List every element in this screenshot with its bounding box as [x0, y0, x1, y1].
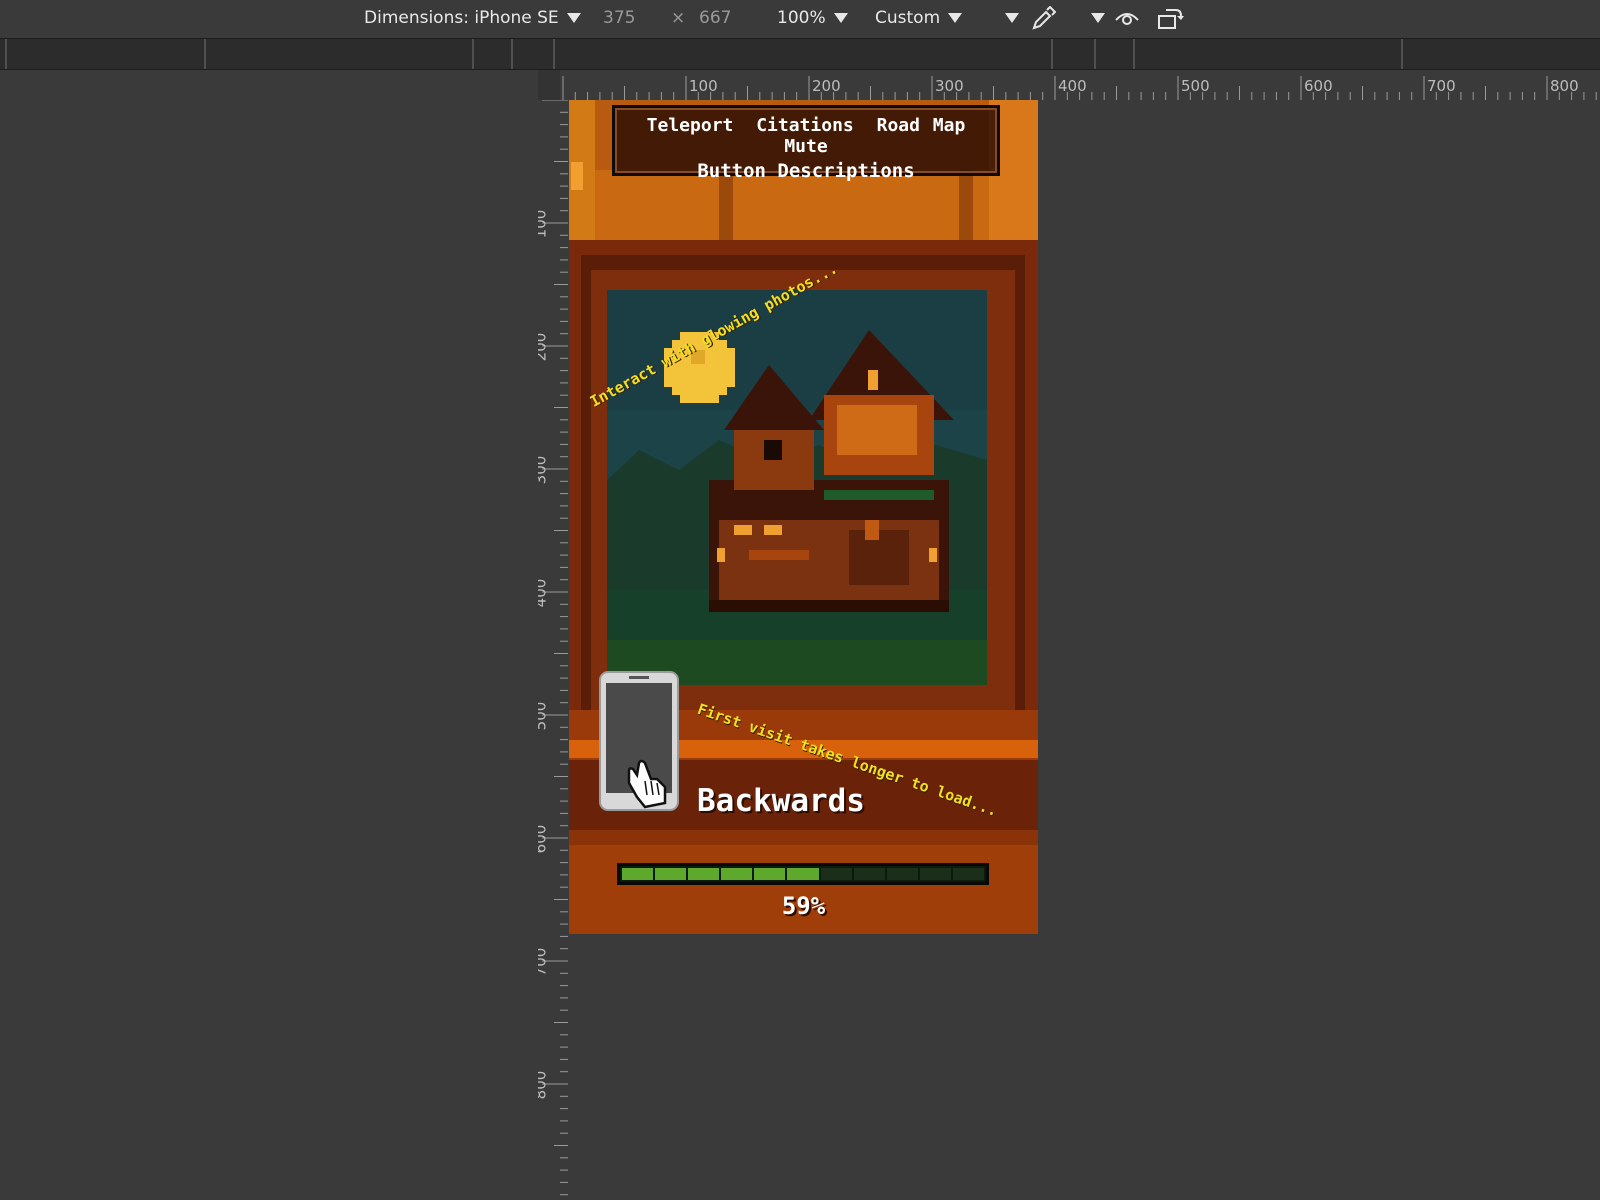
progress-segment-filled	[787, 868, 819, 880]
progress-segment-filled	[688, 868, 720, 880]
progress-segment-filled	[655, 868, 687, 880]
progress-segment-empty	[952, 868, 985, 880]
breakpoint-marker[interactable]	[1094, 39, 1096, 69]
eye-icon[interactable]	[1114, 6, 1140, 32]
vertical-ruler: 100 200 300 400 500 600 700 800	[538, 100, 568, 1200]
ruler-label: 700	[1427, 77, 1456, 95]
breakpoint-marker[interactable]	[553, 39, 555, 69]
eyedropper-icon[interactable]	[1030, 6, 1056, 32]
breakpoint-marker[interactable]	[1133, 39, 1135, 69]
progress-segment-empty	[919, 868, 951, 880]
progress-segment-empty	[886, 868, 918, 880]
ruler-label: 800	[538, 1070, 550, 1100]
loading-percent: 59%	[781, 892, 826, 920]
breakpoint-marker[interactable]	[472, 39, 474, 69]
breakpoint-marker[interactable]	[1401, 39, 1403, 69]
progress-segment-empty	[820, 868, 852, 880]
times-separator: ×	[671, 8, 686, 28]
chevron-down-icon	[948, 13, 963, 23]
breakpoint-marker[interactable]	[1051, 39, 1053, 69]
ruler-label: 400	[1058, 77, 1087, 95]
progress-segment-empty	[853, 868, 885, 880]
ruler-label: 300	[538, 455, 550, 485]
chevron-down-icon	[1005, 13, 1019, 23]
media-dropdown[interactable]	[1083, 8, 1105, 28]
ruler-label: 500	[1181, 77, 1210, 95]
width-input[interactable]: 375	[603, 8, 635, 28]
ruler-label: 600	[538, 824, 550, 854]
throttle-label: Custom	[875, 8, 941, 28]
height-input[interactable]: 667	[699, 8, 731, 28]
breakpoint-marker[interactable]	[5, 39, 7, 69]
dimensions-label: Dimensions: iPhone SE	[364, 8, 559, 28]
devtools-toolbar: Dimensions: iPhone SE 375 × 667 100% Cus…	[0, 0, 1600, 38]
progress-segment-filled	[622, 868, 654, 880]
chevron-down-icon	[566, 13, 581, 23]
ruler-label: 800	[1550, 77, 1579, 95]
device-dimensions-dropdown[interactable]: Dimensions: iPhone SE	[364, 8, 581, 28]
media-query-bar[interactable]	[0, 38, 1600, 70]
zoom-dropdown[interactable]: 100%	[777, 8, 848, 28]
loading-progress-bar	[617, 863, 989, 885]
ruler-label: 600	[1304, 77, 1333, 95]
button-descriptions-button[interactable]: Button Descriptions	[615, 160, 997, 182]
throttle-dropdown[interactable]: Custom	[875, 8, 963, 28]
rotate-device-icon[interactable]	[1156, 6, 1184, 32]
breakpoint-marker[interactable]	[511, 39, 513, 69]
ruler-label: 200	[812, 77, 841, 95]
ruler-label: 100	[538, 209, 550, 239]
chevron-down-icon	[1091, 13, 1105, 23]
device-viewport[interactable]: Teleport Citations Road Map Mute Button …	[569, 100, 1038, 934]
zoom-label: 100%	[777, 8, 826, 28]
teleport-button[interactable]: Teleport	[647, 115, 734, 136]
horizontal-ruler: 100 200 300 400 500 600 700 800	[560, 70, 1600, 100]
more-options-dropdown[interactable]	[997, 8, 1019, 28]
game-menu: Teleport Citations Road Map Mute Button …	[612, 105, 1000, 182]
backwards-label: Backwards	[697, 783, 865, 819]
ruler-label: 500	[538, 701, 550, 731]
ruler-label: 300	[935, 77, 964, 95]
ruler-label: 200	[538, 332, 550, 362]
chevron-down-icon	[833, 13, 848, 23]
ruler-label: 700	[538, 947, 550, 977]
ruler-label: 100	[689, 77, 718, 95]
mute-button[interactable]: Mute	[784, 136, 827, 157]
citations-button[interactable]: Citations	[756, 115, 854, 136]
ruler-label: 400	[538, 578, 550, 608]
progress-segment-filled	[721, 868, 753, 880]
road-map-button[interactable]: Road Map	[877, 115, 966, 136]
progress-segment-filled	[754, 868, 786, 880]
vertical-ruler-ticks	[542, 100, 568, 1196]
phone-control-icon[interactable]	[599, 671, 679, 811]
breakpoint-marker[interactable]	[204, 39, 206, 69]
